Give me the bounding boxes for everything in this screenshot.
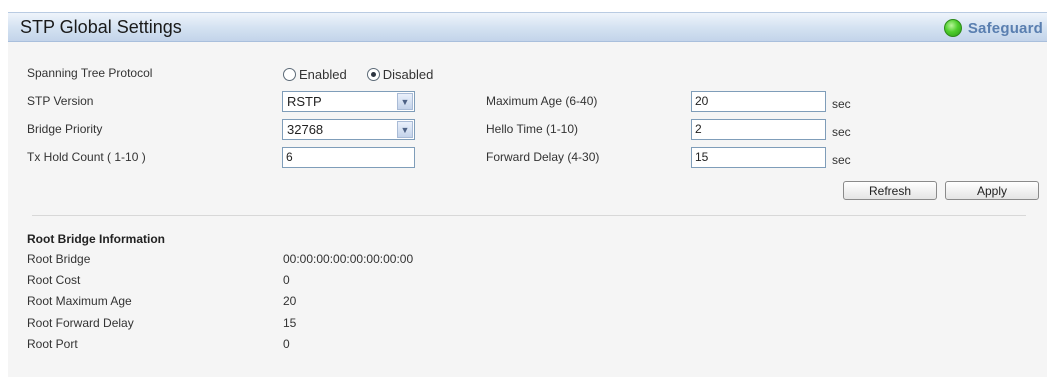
root-maximum-age-label: Root Maximum Age <box>27 294 132 308</box>
tx-hold-count-input[interactable]: 6 <box>282 147 415 168</box>
section-divider <box>32 215 1026 216</box>
spanning-tree-protocol-label: Spanning Tree Protocol <box>27 66 153 80</box>
spanning-tree-protocol-radio-group: Enabled Disabled <box>283 67 453 82</box>
safeguard-indicator: Safeguard <box>943 18 1043 38</box>
hello-time-input[interactable]: 2 <box>691 119 826 140</box>
root-port-label: Root Port <box>27 337 78 351</box>
root-bridge-label: Root Bridge <box>27 252 91 266</box>
tx-hold-count-label: Tx Hold Count ( 1-10 ) <box>27 150 146 164</box>
root-port-value: 0 <box>283 337 290 351</box>
root-bridge-value: 00:00:00:00:00:00:00:00 <box>283 252 414 266</box>
hello-time-label: Hello Time (1-10) <box>486 122 579 136</box>
chevron-down-icon[interactable]: ▼ <box>397 121 413 138</box>
bridge-priority-select[interactable]: 32768 ▼ <box>282 119 415 140</box>
stp-version-label: STP Version <box>27 94 94 108</box>
root-forward-delay-label: Root Forward Delay <box>27 316 134 330</box>
stp-version-select[interactable]: RSTP ▼ <box>282 91 415 112</box>
maximum-age-input[interactable]: 20 <box>691 91 826 112</box>
disabled-radio-label[interactable]: Disabled <box>383 67 434 82</box>
apply-button[interactable]: Apply <box>945 181 1039 200</box>
bridge-priority-label: Bridge Priority <box>27 122 103 136</box>
root-cost-label: Root Cost <box>27 273 81 287</box>
maximum-age-label: Maximum Age (6-40) <box>486 94 598 108</box>
root-forward-delay-value: 15 <box>283 316 297 330</box>
enabled-radio[interactable] <box>283 68 296 81</box>
bridge-priority-value: 32768 <box>287 122 324 137</box>
forward-delay-label: Forward Delay (4-30) <box>486 150 600 164</box>
hello-time-unit: sec <box>832 125 851 139</box>
enabled-radio-label[interactable]: Enabled <box>299 67 347 82</box>
root-bridge-section-title: Root Bridge Information <box>27 232 165 246</box>
safeguard-label: Safeguard <box>967 19 1043 37</box>
safeguard-status-icon <box>943 19 962 37</box>
chevron-down-icon[interactable]: ▼ <box>397 93 413 110</box>
root-cost-value: 0 <box>283 273 290 287</box>
refresh-button[interactable]: Refresh <box>843 181 937 200</box>
root-maximum-age-value: 20 <box>283 294 297 308</box>
settings-panel <box>8 42 1047 377</box>
disabled-radio[interactable] <box>366 68 380 81</box>
title-bar: STP Global Settings Safeguard <box>8 12 1047 42</box>
forward-delay-unit: sec <box>832 153 851 167</box>
page-title: STP Global Settings <box>20 17 182 37</box>
forward-delay-input[interactable]: 15 <box>691 147 826 168</box>
stp-version-value: RSTP <box>287 94 322 109</box>
maximum-age-unit: sec <box>832 97 851 111</box>
